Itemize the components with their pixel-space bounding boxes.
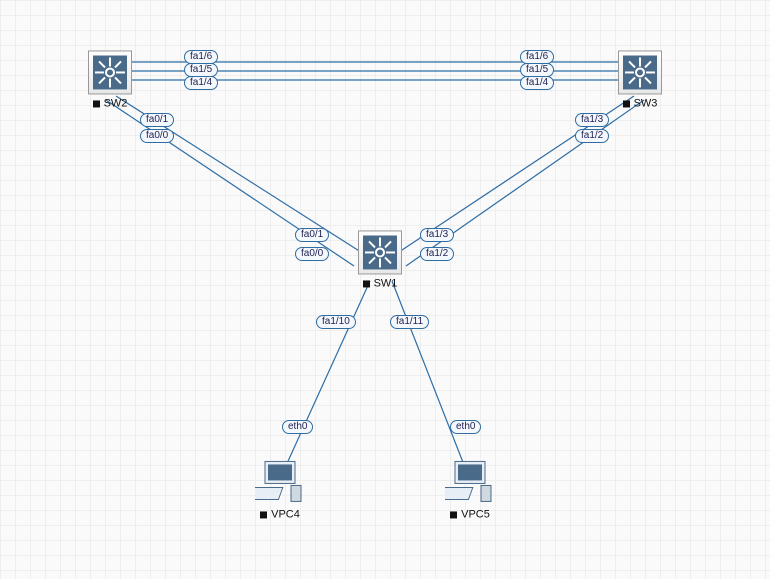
port-label: eth0 — [450, 420, 481, 434]
pc-icon — [445, 459, 495, 505]
node-vpc5[interactable]: VPC5 — [445, 459, 495, 520]
port-label: fa1/6 — [184, 50, 218, 64]
node-sw3[interactable]: SW3 — [618, 50, 662, 109]
port-label: fa1/4 — [184, 76, 218, 90]
port-label: fa1/3 — [575, 113, 609, 127]
port-label: fa1/5 — [520, 63, 554, 77]
port-label: fa0/1 — [295, 228, 329, 242]
node-label: VPC4 — [271, 509, 300, 521]
port-label: fa1/6 — [520, 50, 554, 64]
switch-icon — [358, 230, 402, 274]
switch-icon — [88, 50, 132, 94]
port-label: fa1/10 — [316, 315, 356, 329]
port-label: eth0 — [282, 420, 313, 434]
node-label: VPC5 — [461, 509, 490, 521]
port-label: fa1/2 — [420, 247, 454, 261]
port-label: fa1/3 — [420, 228, 454, 242]
port-label: fa1/11 — [390, 315, 429, 329]
node-vpc4[interactable]: VPC4 — [255, 459, 305, 520]
port-label: fa0/0 — [140, 129, 174, 143]
node-sw2[interactable]: SW2 — [88, 50, 132, 109]
node-label: SW1 — [374, 278, 398, 290]
port-label: fa1/2 — [575, 129, 609, 143]
topology-canvas[interactable]: SW2 SW3 — [0, 0, 770, 579]
node-label: SW2 — [104, 98, 128, 110]
port-label: fa0/0 — [295, 247, 329, 261]
port-label: fa1/5 — [184, 63, 218, 77]
port-label: fa1/4 — [520, 76, 554, 90]
pc-icon — [255, 459, 305, 505]
node-label: SW3 — [634, 98, 658, 110]
switch-icon — [618, 50, 662, 94]
port-label: fa0/1 — [140, 113, 174, 127]
node-sw1[interactable]: SW1 — [358, 230, 402, 289]
